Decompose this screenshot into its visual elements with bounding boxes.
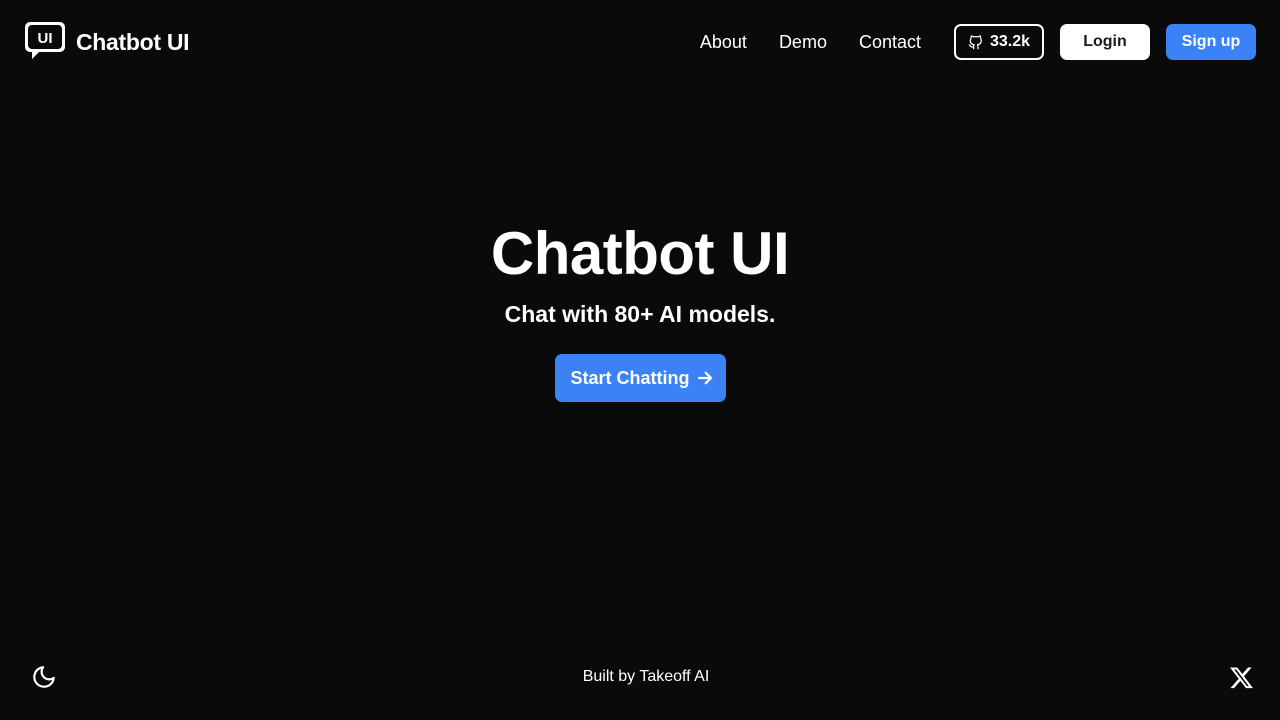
moon-icon: [33, 666, 55, 688]
hero-section: Chatbot UI Chat with 80+ AI models. Star…: [0, 218, 1280, 402]
footer-credit: Built by Takeoff AI: [0, 668, 1280, 686]
chatbot-logo-icon: UI: [25, 22, 65, 59]
header-actions: 33.2k Login Sign up: [954, 24, 1256, 60]
x-icon: [1229, 666, 1253, 688]
x-social-link[interactable]: [1228, 664, 1254, 690]
hero-title: Chatbot UI: [490, 220, 790, 287]
nav-link-contact[interactable]: Contact: [859, 32, 921, 53]
signup-button[interactable]: Sign up: [1166, 24, 1256, 60]
nav-link-about[interactable]: About: [700, 32, 747, 53]
top-header: UI Chatbot UI About Demo Contact 33.2k L…: [0, 0, 1280, 84]
github-stars-count: 33.2k: [989, 33, 1031, 50]
brand-home-link[interactable]: UI Chatbot UI: [24, 21, 190, 63]
github-stars-button[interactable]: 33.2k: [954, 24, 1044, 60]
login-button[interactable]: Login: [1060, 24, 1150, 60]
hero-subtitle: Chat with 80+ AI models.: [504, 301, 776, 327]
footer-credit-link[interactable]: Built by Takeoff AI: [583, 668, 710, 685]
start-chatting-label: Start Chatting: [570, 367, 690, 388]
page-footer: Built by Takeoff AI: [0, 634, 1280, 720]
github-icon: [968, 34, 982, 49]
logo-text: UI: [38, 30, 53, 47]
landing-page: UI Chatbot UI About Demo Contact 33.2k L…: [0, 0, 1280, 720]
nav-link-demo[interactable]: Demo: [779, 32, 827, 53]
main-nav: About Demo Contact: [700, 32, 921, 53]
theme-toggle-button[interactable]: [30, 663, 58, 691]
brand-name: Chatbot UI: [76, 28, 190, 55]
arrow-right-icon: [697, 371, 712, 385]
start-chatting-button[interactable]: Start Chatting: [554, 354, 726, 402]
